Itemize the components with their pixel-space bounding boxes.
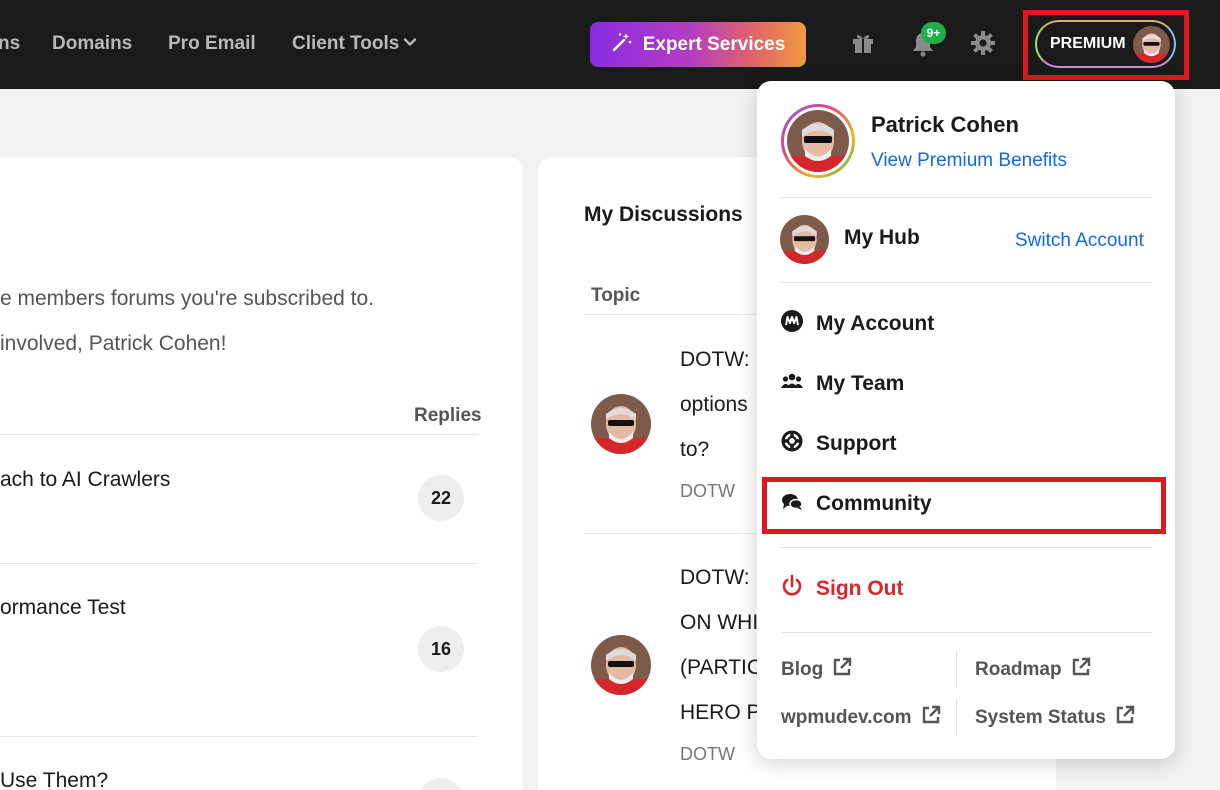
power-icon <box>780 574 804 604</box>
menu-item-label: Community <box>816 492 932 515</box>
welcome-text: involved, Patrick Cohen! <box>0 332 227 355</box>
footer-link-label: Roadmap <box>975 659 1062 680</box>
avatar <box>1133 26 1170 63</box>
menu-item-label: Support <box>816 432 897 455</box>
notification-badge: 9+ <box>921 22 946 44</box>
gift-icon[interactable] <box>850 30 878 58</box>
discussion-tag: DOTW <box>680 481 735 501</box>
divider <box>0 563 478 564</box>
subscribed-forums-text: e members forums you're subscribed to. <box>0 287 374 310</box>
life-ring-icon <box>780 429 804 459</box>
nav-item-client-tools-label: Client Tools <box>292 33 400 55</box>
divider <box>956 699 957 735</box>
external-link-icon <box>1114 704 1136 732</box>
footer-link-label: wpmudev.com <box>781 707 912 728</box>
premium-account-button[interactable]: PREMIUM <box>1035 20 1176 68</box>
footer-link-label: Blog <box>781 659 824 680</box>
expert-services-button[interactable]: Expert Services <box>590 22 806 67</box>
nav-item-domains[interactable]: Domains <box>52 33 132 55</box>
menu-item-community[interactable]: Community <box>780 489 932 519</box>
forum-row-title[interactable]: ormance Test <box>0 596 126 620</box>
profile-avatar[interactable] <box>780 103 856 179</box>
sign-out-button[interactable]: Sign Out <box>780 574 904 604</box>
discussion-title-line[interactable]: ON WHI <box>680 611 758 635</box>
magic-wand-icon <box>611 31 633 59</box>
menu-item-label: My Team <box>816 372 905 395</box>
forum-row-title[interactable]: Use Them? <box>0 769 108 790</box>
menu-item-label: My Account <box>816 312 935 335</box>
chevron-down-icon <box>403 33 417 55</box>
divider <box>781 282 1152 283</box>
reply-count: 16 <box>418 626 464 672</box>
avatar <box>591 635 651 695</box>
topic-column-header: Topic <box>591 285 641 306</box>
menu-item-my-account[interactable]: My Account <box>780 309 934 339</box>
external-link-icon <box>831 656 853 684</box>
divider <box>584 314 784 315</box>
my-account-icon <box>780 309 804 339</box>
expert-services-label: Expert Services <box>642 33 786 55</box>
divider <box>781 197 1152 198</box>
footer-link-label: System Status <box>975 707 1106 728</box>
premium-label: PREMIUM <box>1050 35 1126 52</box>
divider <box>781 632 1152 633</box>
discussion-title-line[interactable]: to? <box>680 438 709 462</box>
discussion-title-line[interactable]: HERO P <box>680 701 761 725</box>
external-link-icon <box>920 704 942 732</box>
external-link-icon <box>1070 656 1092 684</box>
sign-out-label: Sign Out <box>816 577 904 600</box>
my-hub-link[interactable]: My Hub <box>844 226 920 250</box>
discussion-title-line[interactable]: (PARTIC <box>680 656 762 680</box>
discussion-tag: DOTW <box>680 744 735 764</box>
gear-icon[interactable] <box>970 30 998 58</box>
roadmap-link[interactable]: Roadmap <box>975 656 1092 684</box>
nav-item-client-tools[interactable]: Client Tools <box>292 33 417 55</box>
divider <box>584 533 784 534</box>
top-navigation-bar: ns Domains Pro Email Client Tools Expert… <box>0 0 1220 89</box>
divider <box>0 736 478 737</box>
reply-count: 22 <box>418 475 464 521</box>
forum-row-title[interactable]: ach to AI Crawlers <box>0 468 170 492</box>
discussions-title: My Discussions <box>584 203 743 226</box>
divider <box>781 547 1152 548</box>
replies-column-header: Replies <box>414 405 482 426</box>
divider <box>956 651 957 687</box>
menu-item-my-team[interactable]: My Team <box>780 369 904 399</box>
profile-name: Patrick Cohen <box>871 112 1019 137</box>
team-icon <box>780 369 804 399</box>
discussion-title-line[interactable]: DOTW: <box>680 566 750 590</box>
blog-link[interactable]: Blog <box>781 656 853 684</box>
divider <box>0 434 478 435</box>
discussion-title-line[interactable]: options <box>680 393 748 417</box>
nav-item-pro-email[interactable]: Pro Email <box>168 33 256 55</box>
switch-account-link[interactable]: Switch Account <box>1015 230 1144 252</box>
nav-item-truncated[interactable]: ns <box>0 33 20 55</box>
chat-bubbles-icon <box>780 489 804 519</box>
wpmudev-link[interactable]: wpmudev.com <box>781 704 942 732</box>
menu-item-support[interactable]: Support <box>780 429 896 459</box>
view-premium-benefits-link[interactable]: View Premium Benefits <box>871 150 1067 172</box>
hub-avatar <box>780 215 829 264</box>
avatar <box>591 394 651 454</box>
discussion-title-line[interactable]: DOTW: <box>680 348 750 372</box>
system-status-link[interactable]: System Status <box>975 704 1136 732</box>
